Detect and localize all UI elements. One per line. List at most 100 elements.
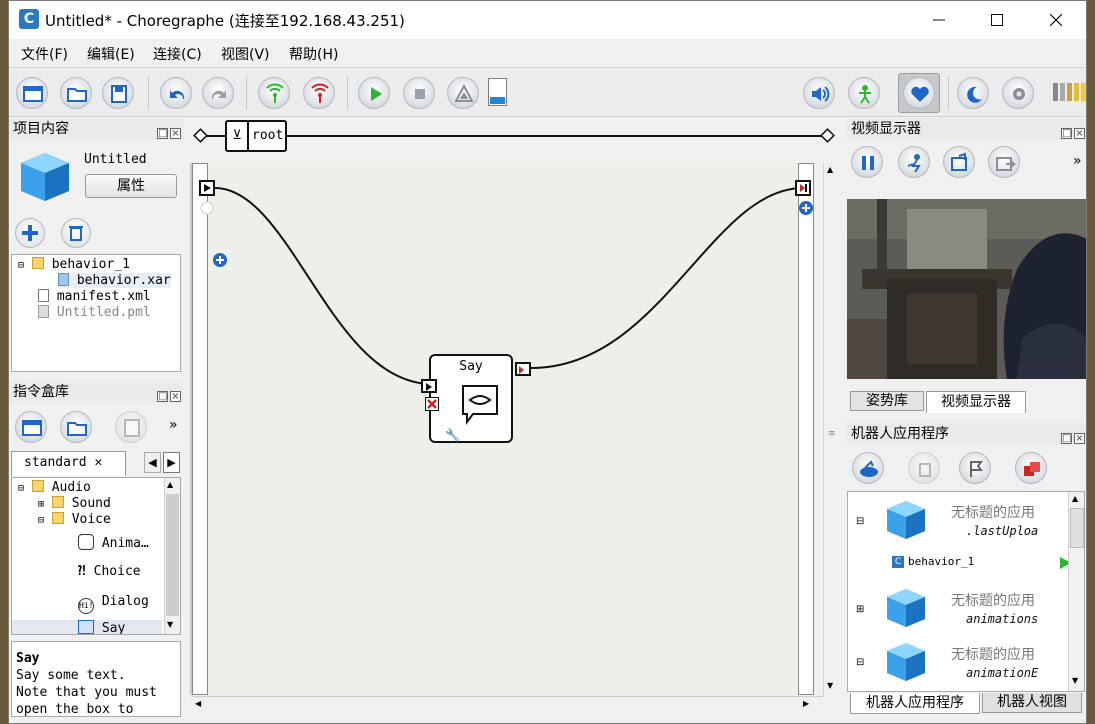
properties-button[interactable]: 属性 (85, 174, 177, 198)
stop-button[interactable] (403, 77, 435, 109)
stop-all-icon (1024, 462, 1040, 476)
tab-posture-library[interactable]: 姿势库 (850, 391, 924, 411)
lib-item-audio[interactable]: ⊟ Audio (18, 480, 91, 495)
speech-bubble-icon (462, 385, 498, 425)
more-chevron-icon[interactable]: » (169, 417, 178, 433)
toolbar (9, 67, 1086, 117)
float-icon[interactable]: □ (1061, 128, 1072, 139)
maximize-button[interactable] (974, 1, 1020, 39)
tree-item-manifest[interactable]: manifest.xml (38, 289, 151, 304)
tab-video-display[interactable]: 视频显示器 (926, 391, 1026, 413)
connect-button[interactable] (258, 77, 290, 109)
lib-item-voice[interactable]: ⊟ Voice (38, 512, 111, 527)
apps-flag-button[interactable] (959, 452, 991, 484)
file-icon (38, 289, 49, 302)
new-window-icon (22, 420, 42, 436)
say-box-title: Say (459, 359, 483, 374)
play-button[interactable] (358, 77, 390, 109)
apps-install-button[interactable] (852, 452, 884, 484)
close-panel-icon[interactable]: × (170, 128, 181, 139)
project-tree: ⊟ behavior_1 behavior.xar manifest.xml U… (11, 254, 181, 372)
menu-edit[interactable]: 编辑(E) (87, 44, 135, 64)
library-tree-scrollbar[interactable]: ▲ ▼ (164, 478, 180, 634)
save-button[interactable] (102, 77, 134, 109)
video-record-button[interactable] (988, 146, 1020, 178)
say-output-onStopped[interactable] (515, 362, 531, 376)
lib-item-animated-say[interactable]: Anima… (78, 534, 149, 551)
tab-standard[interactable]: standard ✕ (11, 451, 126, 476)
box-description: Say Say some text. Note that you must op… (11, 641, 181, 717)
behavior-icon: C (892, 556, 904, 568)
video-tracking-button[interactable] (898, 146, 930, 178)
disconnect-button[interactable] (303, 77, 335, 109)
folder-icon (31, 257, 44, 269)
float-icon[interactable]: □ (157, 391, 168, 402)
close-panel-icon[interactable]: × (1074, 433, 1085, 444)
debug-button[interactable] (447, 77, 479, 109)
delete-button[interactable] (61, 218, 91, 248)
tree-item-behavior-xar[interactable]: behavior.xar (58, 273, 171, 288)
robot-posture-button[interactable] (848, 77, 880, 109)
snapshot-icon (951, 152, 967, 171)
heart-button[interactable] (903, 77, 935, 109)
library-save-button[interactable] (115, 411, 147, 443)
menu-file[interactable]: 文件(F) (21, 44, 68, 64)
project-name: Untitled (84, 152, 147, 167)
menu-connect[interactable]: 连接(C) (153, 44, 202, 64)
lib-item-say[interactable]: Say (12, 620, 162, 634)
tab-robot-view[interactable]: 机器人视图 (982, 693, 1082, 713)
float-icon[interactable]: □ (157, 128, 168, 139)
menu-view[interactable]: 视图(V) (221, 44, 270, 64)
more-chevron-icon[interactable]: » (1073, 153, 1082, 169)
flag-icon (970, 461, 983, 477)
breadcrumb-bar: ⊻ root (191, 118, 841, 158)
menu-help[interactable]: 帮助(H) (289, 44, 338, 64)
say-box[interactable]: Say 🔧 (429, 354, 513, 443)
open-folder-icon (67, 422, 87, 436)
close-panel-icon[interactable]: × (1074, 128, 1085, 139)
video-feed (847, 199, 1086, 379)
app-subtitle: .lastUploa (966, 524, 1039, 538)
wrench-icon[interactable]: 🔧 (445, 428, 460, 442)
lib-item-choice[interactable]: ⁈ Choice (78, 564, 141, 579)
apps-stop-all-button[interactable] (1015, 452, 1047, 484)
lib-item-dialog[interactable]: Hi! Dialog (78, 594, 149, 614)
video-snapshot-button[interactable] (943, 146, 975, 178)
lib-item-sound[interactable]: ⊞ Sound (38, 496, 111, 511)
library-new-button[interactable] (15, 411, 47, 443)
say-input-onStart[interactable] (421, 379, 437, 393)
float-icon[interactable]: □ (1061, 433, 1072, 444)
app-icon: C (19, 9, 39, 29)
library-open-button[interactable] (60, 411, 92, 443)
breadcrumb[interactable]: ⊻ root (225, 120, 287, 152)
close-icon (1049, 13, 1063, 27)
say-icon (78, 620, 94, 634)
close-button[interactable] (1033, 1, 1079, 39)
go-up-icon[interactable]: ⊻ (227, 122, 249, 150)
apps-delete-button[interactable] (908, 452, 940, 484)
canvas-hscroll[interactable]: ◀ ▶ (191, 696, 823, 713)
sleep-button[interactable] (957, 77, 989, 109)
tree-item-behavior_1[interactable]: ⊟ behavior_1 (18, 257, 130, 272)
volume-button[interactable] (803, 77, 835, 109)
tab-scroll-right[interactable]: ▶ (163, 452, 180, 473)
video-pause-button[interactable] (851, 146, 883, 178)
minimize-button[interactable] (916, 1, 962, 39)
tab-robot-apps[interactable]: 机器人应用程序 (850, 693, 980, 714)
tree-item-pml[interactable]: Untitled.pml (38, 305, 151, 320)
close-panel-icon[interactable]: × (170, 391, 181, 402)
open-button[interactable] (60, 77, 92, 109)
say-input-onStop[interactable] (425, 397, 439, 411)
close-tab-icon[interactable]: ✕ (94, 455, 102, 470)
app-child-behavior[interactable]: C behavior_1 (878, 548, 1084, 574)
add-button[interactable] (15, 218, 45, 248)
canvas-vscroll[interactable]: ▲ ≡ ▼ (823, 163, 840, 695)
tab-scroll-left[interactable]: ◀ (144, 452, 161, 473)
apps-list-scrollbar[interactable]: ▲ ▼ (1068, 492, 1084, 691)
settings-button[interactable] (1002, 77, 1034, 109)
new-window-button[interactable] (16, 77, 48, 109)
undo-button[interactable] (160, 77, 192, 109)
speech-icon (78, 534, 94, 550)
redo-button[interactable] (202, 77, 234, 109)
file-icon (38, 305, 49, 318)
